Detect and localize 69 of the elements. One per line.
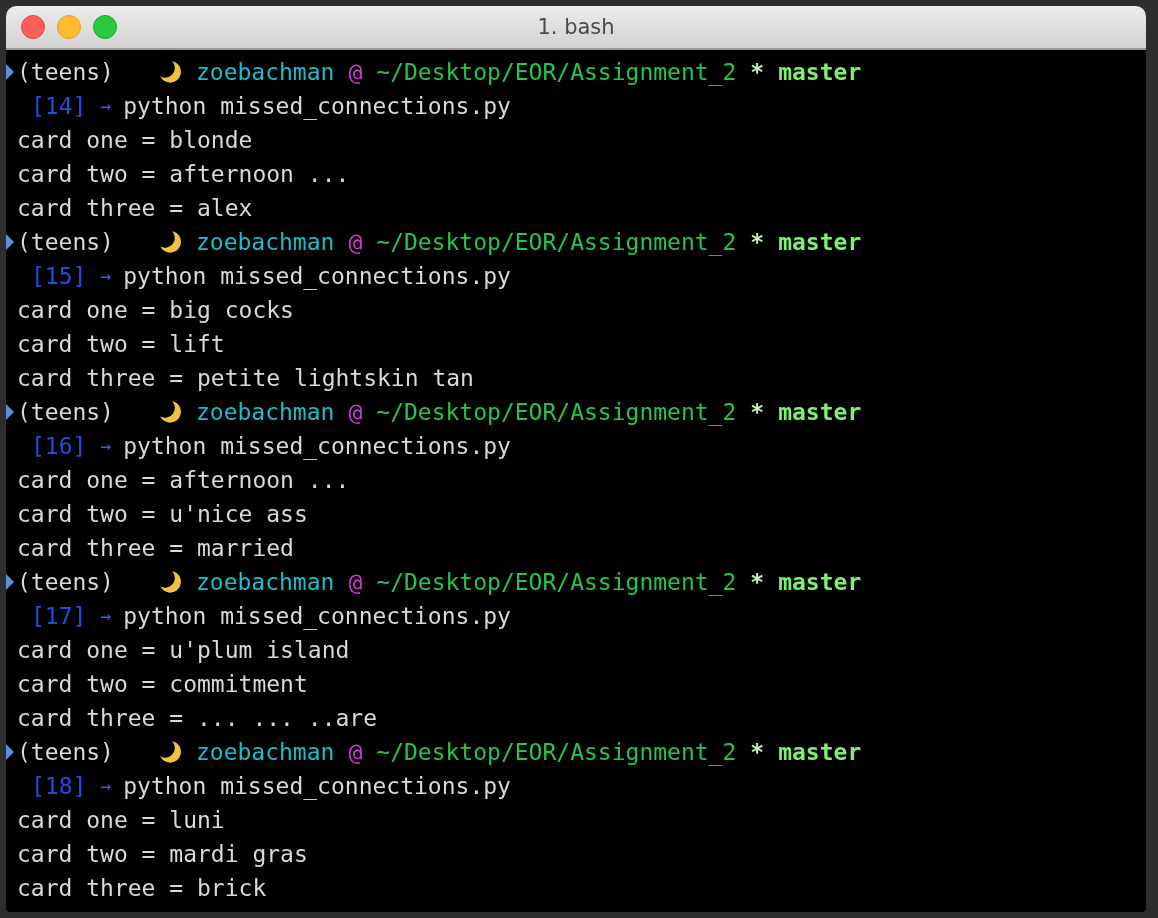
history-number: [16] — [31, 432, 87, 461]
output-line: card one = blonde — [17, 126, 253, 155]
triangle-icon — [6, 744, 14, 760]
git-branch: master — [778, 738, 862, 767]
dirty-marker: * — [750, 58, 765, 87]
dirty-marker: * — [750, 228, 765, 257]
at-sign: @ — [348, 228, 363, 257]
output-line: card three = petite lightskin tan — [17, 364, 474, 393]
history-number: [17] — [31, 602, 87, 631]
output-line: card three = brick — [17, 874, 267, 903]
output-line: card one = u'plum island — [17, 636, 350, 665]
output-line: card three = married — [17, 534, 294, 563]
at-sign: @ — [348, 738, 363, 767]
triangle-icon — [6, 574, 14, 590]
output-line: card two = commitment — [17, 670, 308, 699]
at-sign: @ — [348, 398, 363, 427]
close-button[interactable] — [21, 15, 45, 39]
command-text: python missed_connections.py — [123, 772, 511, 802]
dirty-marker: * — [750, 568, 765, 597]
command-text: python missed_connections.py — [123, 602, 511, 632]
output-line: card two = afternoon ... — [17, 160, 350, 189]
history-number: [18] — [31, 772, 87, 801]
output-line: card two = mardi gras — [17, 840, 308, 869]
command-text: python missed_connections.py — [123, 432, 511, 462]
user-name: zoebachman — [195, 228, 335, 257]
command-text: python missed_connections.py — [123, 92, 511, 122]
output-line: card one = afternoon ... — [17, 466, 350, 495]
prompt-arrow: → — [100, 604, 112, 628]
virtualenv-name: (teens) — [17, 738, 114, 767]
triangle-icon — [6, 404, 14, 420]
at-sign: @ — [348, 58, 363, 87]
dirty-marker: * — [750, 738, 765, 767]
directory-path: ~/Desktop/EOR/Assignment_2 — [376, 58, 737, 88]
git-branch: master — [778, 228, 862, 257]
dirty-marker: * — [750, 398, 765, 427]
window-title: 1. bash — [537, 15, 615, 39]
output-line: card three = ... ... ..are — [17, 704, 378, 733]
directory-path: ~/Desktop/EOR/Assignment_2 — [376, 398, 737, 428]
directory-path: ~/Desktop/EOR/Assignment_2 — [376, 738, 737, 768]
prompt-arrow: → — [100, 434, 112, 458]
history-number: [15] — [31, 262, 87, 291]
command-text: python missed_connections.py — [123, 262, 511, 292]
triangle-icon — [6, 234, 14, 250]
git-branch: master — [778, 568, 862, 597]
virtualenv-name: (teens) — [17, 228, 114, 257]
virtualenv-name: (teens) — [17, 568, 114, 597]
user-name: zoebachman — [195, 568, 335, 597]
directory-path: ~/Desktop/EOR/Assignment_2 — [376, 228, 737, 258]
history-number: [14] — [31, 92, 87, 121]
user-name: zoebachman — [195, 738, 335, 767]
at-sign: @ — [348, 568, 363, 597]
virtualenv-name: (teens) — [17, 58, 114, 87]
user-name: zoebachman — [195, 58, 335, 87]
triangle-icon — [6, 64, 14, 80]
output-line: card two = lift — [17, 330, 225, 359]
output-line: card one = luni — [17, 806, 225, 835]
virtualenv-name: (teens) — [17, 398, 114, 427]
minimize-button[interactable] — [57, 15, 81, 39]
directory-path: ~/Desktop/EOR/Assignment_2 — [376, 568, 737, 598]
output-line: card one = big cocks — [17, 296, 294, 325]
prompt-arrow: → — [100, 94, 112, 118]
zoom-button[interactable] — [93, 15, 117, 39]
prompt-arrow: → — [100, 264, 112, 288]
prompt-arrow: → — [100, 774, 112, 798]
output-line: card three = alex — [17, 194, 253, 223]
git-branch: master — [778, 58, 862, 87]
git-branch: master — [778, 398, 862, 427]
output-line: card two = u'nice ass — [17, 500, 308, 529]
user-name: zoebachman — [195, 398, 335, 427]
